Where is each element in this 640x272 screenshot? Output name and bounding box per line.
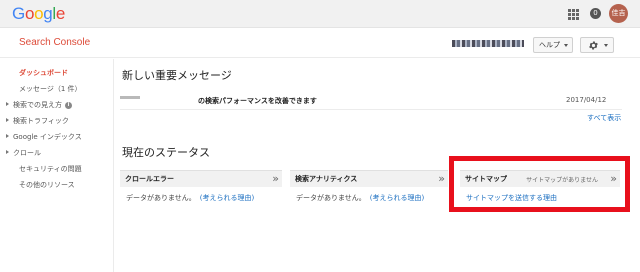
card-title: クロールエラー xyxy=(125,175,174,183)
sidebar-item-google-index[interactable]: Google インデックス xyxy=(0,131,114,145)
double-chevron-right-icon[interactable]: » xyxy=(438,171,445,187)
card-empty-text: データがありません。 xyxy=(296,194,366,202)
info-icon[interactable]: i xyxy=(65,102,72,109)
property-selector[interactable] xyxy=(452,40,524,47)
message-title: の検索パフォーマンスを改善できます xyxy=(198,97,317,105)
sidebar-item-dashboard[interactable]: ダッシュボード xyxy=(0,67,114,81)
help-button-label: ヘルプ xyxy=(539,41,560,49)
expand-arrow-icon[interactable] xyxy=(6,134,9,138)
logo-letter: G xyxy=(12,4,25,23)
status-heading: 現在のステータス xyxy=(122,146,210,159)
settings-button[interactable] xyxy=(580,37,614,53)
expand-arrow-icon[interactable] xyxy=(6,102,9,106)
sidebar-item-security-issues[interactable]: セキュリティの問題 xyxy=(0,163,114,177)
chevron-down-icon xyxy=(564,44,568,47)
search-analytics-card-header[interactable]: 検索アナリティクス » xyxy=(290,170,448,187)
product-header: Search Console ヘルプ xyxy=(0,29,640,58)
possible-reasons-link[interactable]: (考えられる理由) xyxy=(370,194,424,202)
sidebar-item-search-appearance[interactable]: 検索での見え方 i xyxy=(0,99,114,113)
message-row[interactable]: の検索パフォーマンスを改善できます 2017/04/12 xyxy=(120,93,622,110)
sidebar-item-other-resources[interactable]: その他のリソース xyxy=(0,179,114,193)
sidebar-item-label: 検索トラフィック xyxy=(13,117,69,125)
google-logo[interactable]: Google xyxy=(12,4,65,24)
sidebar-item-label: ダッシュボード xyxy=(19,69,68,77)
expand-arrow-icon[interactable] xyxy=(6,150,9,154)
expand-arrow-icon[interactable] xyxy=(6,118,9,122)
possible-reasons-link[interactable]: (考えられる理由) xyxy=(200,194,254,202)
gear-icon xyxy=(589,41,598,50)
show-all-link[interactable]: すべて表示 xyxy=(587,113,621,123)
logo-letter: o xyxy=(24,4,35,23)
logo-letter: e xyxy=(55,4,66,23)
sidebar-item-label: その他のリソース xyxy=(19,181,75,189)
help-button[interactable]: ヘルプ xyxy=(533,37,573,53)
crawl-errors-card-header[interactable]: クロールエラー » xyxy=(120,170,282,187)
notifications-icon[interactable]: 0 xyxy=(590,8,601,19)
card-title: 検索アナリティクス xyxy=(295,175,358,183)
search-analytics-card-body: データがありません。 (考えられる理由) xyxy=(296,193,424,203)
sidebar-item-label: セキュリティの問題 xyxy=(19,165,82,173)
sidebar-item-label: Google インデックス xyxy=(13,133,82,141)
double-chevron-right-icon[interactable]: » xyxy=(272,171,279,187)
card-empty-text: データがありません。 xyxy=(126,194,196,202)
sidebar-item-label: クロール xyxy=(13,149,41,157)
product-name[interactable]: Search Console xyxy=(19,37,90,48)
sidebar: ダッシュボード メッセージ（1 件） 検索での見え方 i 検索トラフィック Goo… xyxy=(0,59,114,272)
sidebar-item-label: 検索での見え方 xyxy=(13,101,62,109)
new-messages-heading: 新しい重要メッセージ xyxy=(122,69,232,82)
sidebar-item-label-wrap: 検索での見え方 i xyxy=(13,100,72,110)
highlight-annotation-box xyxy=(449,156,630,212)
sidebar-item-messages[interactable]: メッセージ（1 件） xyxy=(0,83,114,97)
logo-letter: o xyxy=(34,4,44,23)
crawl-errors-card-body: データがありません。 (考えられる理由) xyxy=(126,193,254,203)
apps-grid-icon[interactable] xyxy=(568,9,579,20)
top-bar: Google 0 佳吉 xyxy=(0,0,640,28)
message-date: 2017/04/12 xyxy=(566,96,607,104)
sidebar-item-label: メッセージ（1 件） xyxy=(19,85,82,93)
chevron-down-icon xyxy=(604,44,608,47)
avatar[interactable]: 佳吉 xyxy=(609,4,628,23)
sidebar-item-crawl[interactable]: クロール xyxy=(0,147,114,161)
redacted-site-name xyxy=(120,96,140,99)
sidebar-item-search-traffic[interactable]: 検索トラフィック xyxy=(0,115,114,129)
